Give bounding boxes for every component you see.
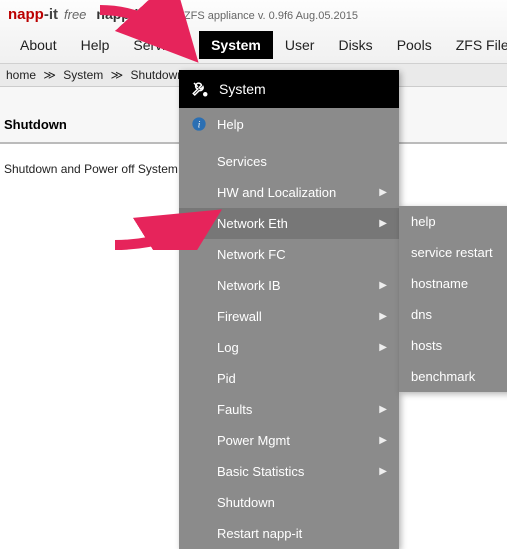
svg-text:i: i xyxy=(198,120,201,130)
chevron-right-icon: ▶ xyxy=(379,404,387,415)
logo-tag: napp-it-15d xyxy=(96,6,171,22)
dropdown-item-restart[interactable]: Restart napp-it xyxy=(179,518,399,549)
submenu-item-dns[interactable]: dns xyxy=(399,299,507,330)
dropdown-item-faults[interactable]: Faults ▶ xyxy=(179,394,399,425)
dropdown-item-log[interactable]: Log ▶ xyxy=(179,332,399,363)
dropdown-item-label: Basic Statistics xyxy=(217,464,304,479)
dropdown-item-label: HW and Localization xyxy=(217,185,336,200)
system-dropdown: System i Help Services HW and Localizati… xyxy=(179,70,399,549)
dropdown-item-label: Log xyxy=(217,340,239,355)
dropdown-header: System xyxy=(179,70,399,108)
chevron-right-icon: ▶ xyxy=(379,342,387,353)
main-menubar: About Help Services System User Disks Po… xyxy=(8,31,499,59)
menu-zfs[interactable]: ZFS Filesystems xyxy=(444,31,507,59)
app-header: napp-it free napp-it-15d ZFS appliance v… xyxy=(0,0,507,64)
dropdown-item-label: Power Mgmt xyxy=(217,433,290,448)
menu-system[interactable]: System xyxy=(199,31,273,59)
menu-pools[interactable]: Pools xyxy=(385,31,444,59)
chevron-right-icon: ▶ xyxy=(379,466,387,477)
dropdown-item-label: Firewall xyxy=(217,309,262,324)
submenu-item-hosts[interactable]: hosts xyxy=(399,330,507,361)
dropdown-item-label: Faults xyxy=(217,402,252,417)
dropdown-item-label: Help xyxy=(217,117,244,132)
chevron-right-icon: ▶ xyxy=(379,187,387,198)
chevron-right-icon: ▶ xyxy=(379,311,387,322)
dropdown-item-label: Network Eth xyxy=(217,216,288,231)
dropdown-item-firewall[interactable]: Firewall ▶ xyxy=(179,301,399,332)
breadcrumb-home[interactable]: home xyxy=(6,68,36,82)
chevron-right-icon: ▶ xyxy=(379,435,387,446)
menu-about[interactable]: About xyxy=(8,31,69,59)
dropdown-item-services[interactable]: Services xyxy=(179,146,399,177)
menu-user[interactable]: User xyxy=(273,31,327,59)
dropdown-item-network-ib[interactable]: Network IB ▶ xyxy=(179,270,399,301)
submenu-item-benchmark[interactable]: benchmark xyxy=(399,361,507,392)
logo-napp: napp-it xyxy=(8,6,58,23)
wrench-icon xyxy=(191,80,209,98)
menu-disks[interactable]: Disks xyxy=(326,31,384,59)
logo-version: ZFS appliance v. 0.9f6 Aug.05.2015 xyxy=(184,10,358,22)
menu-services[interactable]: Services xyxy=(121,31,199,59)
dropdown-item-network-eth[interactable]: Network Eth ▶ xyxy=(179,208,399,239)
dropdown-item-help[interactable]: i Help xyxy=(179,108,399,140)
logo-row: napp-it free napp-it-15d ZFS appliance v… xyxy=(8,6,499,23)
breadcrumb-system[interactable]: System xyxy=(63,68,103,82)
chevron-right-icon: ▶ xyxy=(379,218,387,229)
submenu-item-help[interactable]: help xyxy=(399,206,507,237)
network-eth-submenu: help service restart hostname dns hosts … xyxy=(399,206,507,392)
dropdown-item-label: Network FC xyxy=(217,247,286,262)
dropdown-item-basic-stats[interactable]: Basic Statistics ▶ xyxy=(179,456,399,487)
info-icon: i xyxy=(191,116,207,132)
dropdown-item-shutdown[interactable]: Shutdown xyxy=(179,487,399,518)
dropdown-item-pid[interactable]: Pid xyxy=(179,363,399,394)
dropdown-item-label: Restart napp-it xyxy=(217,526,302,541)
dropdown-item-label: Shutdown xyxy=(217,495,275,510)
dropdown-item-label: Network IB xyxy=(217,278,281,293)
menu-help[interactable]: Help xyxy=(69,31,122,59)
logo-free: free xyxy=(64,7,86,22)
chevron-right-icon: ▶ xyxy=(379,280,387,291)
submenu-item-hostname[interactable]: hostname xyxy=(399,268,507,299)
dropdown-item-network-fc[interactable]: Network FC xyxy=(179,239,399,270)
breadcrumb-shutdown[interactable]: Shutdown xyxy=(131,68,184,82)
dropdown-header-label: System xyxy=(219,81,266,97)
submenu-item-service-restart[interactable]: service restart xyxy=(399,237,507,268)
dropdown-item-hw[interactable]: HW and Localization ▶ xyxy=(179,177,399,208)
breadcrumb-sep: ≫ xyxy=(43,68,56,82)
dropdown-item-label: Services xyxy=(217,154,267,169)
dropdown-item-power-mgmt[interactable]: Power Mgmt ▶ xyxy=(179,425,399,456)
dropdown-item-label: Pid xyxy=(217,371,236,386)
breadcrumb-sep: ≫ xyxy=(111,68,124,82)
